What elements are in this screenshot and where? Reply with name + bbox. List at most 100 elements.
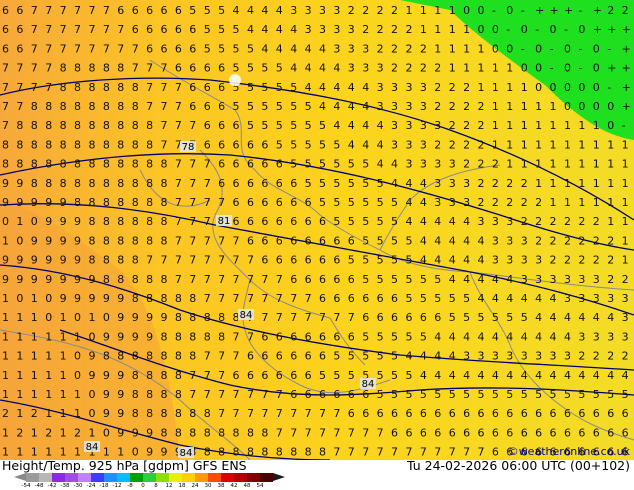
grid-digit: 6 bbox=[406, 311, 413, 324]
grid-digit: 4 bbox=[578, 369, 585, 382]
grid-digit: 5 bbox=[391, 369, 398, 382]
grid-digit: 4 bbox=[607, 369, 614, 382]
grid-digit: 2 bbox=[564, 254, 571, 267]
grid-digit: 6 bbox=[261, 234, 268, 247]
grid-digit: 1 bbox=[535, 138, 542, 151]
grid-digit: 6 bbox=[391, 426, 398, 439]
grid-digit: 8 bbox=[89, 119, 96, 132]
grid-digit: 9 bbox=[60, 234, 67, 247]
grid-digit: 6 bbox=[218, 100, 225, 113]
grid-digit: 6 bbox=[478, 407, 485, 420]
grid-digit: 2 bbox=[593, 254, 600, 267]
grid-digit: 1 bbox=[550, 196, 557, 209]
grid-digit: 4 bbox=[506, 292, 513, 305]
grid-digit: 4 bbox=[434, 234, 441, 247]
grid-digit: 0 bbox=[521, 23, 528, 36]
grid-digit: 5 bbox=[506, 388, 513, 401]
grid-digit: 8 bbox=[74, 138, 81, 151]
grid-digit: 4 bbox=[506, 330, 513, 343]
grid-digit: 5 bbox=[362, 330, 369, 343]
grid-digit: 1 bbox=[492, 119, 499, 132]
grid-digit: 7 bbox=[204, 177, 211, 190]
grid-digit: 7 bbox=[204, 292, 211, 305]
grid-digit: 0 bbox=[550, 81, 557, 94]
grid-digit: 7 bbox=[175, 215, 182, 228]
grid-digit: 0 bbox=[550, 23, 557, 36]
grid-digit: 3 bbox=[377, 81, 384, 94]
grid-digit: 8 bbox=[117, 158, 124, 171]
grid-digit: 1 bbox=[45, 369, 52, 382]
grid-digit: 7 bbox=[247, 254, 254, 267]
grid-digit: 4 bbox=[550, 369, 557, 382]
grid-digit: 8 bbox=[89, 196, 96, 209]
grid-digit: 8 bbox=[189, 407, 196, 420]
grid-digit: 5 bbox=[420, 273, 427, 286]
grid-digit: 8 bbox=[146, 215, 153, 228]
grid-digit: 8 bbox=[45, 158, 52, 171]
grid-digit: 1 bbox=[31, 330, 38, 343]
grid-digit: 4 bbox=[463, 330, 470, 343]
grid-digit: 6 bbox=[305, 215, 312, 228]
grid-digit: 6 bbox=[319, 273, 326, 286]
grid-digit: 7 bbox=[463, 446, 470, 459]
grid-digit: - bbox=[550, 42, 554, 55]
grid-digit: 2 bbox=[478, 119, 485, 132]
grid-digit: 8 bbox=[132, 234, 139, 247]
grid-digit: 4 bbox=[406, 196, 413, 209]
grid-digit: 5 bbox=[377, 350, 384, 363]
grid-digit: 8 bbox=[247, 426, 254, 439]
grid-digit: 0 bbox=[89, 407, 96, 420]
grid-digit: 7 bbox=[161, 62, 168, 75]
grid-digit: 6 bbox=[377, 292, 384, 305]
colorbar-tick-label: 18 bbox=[178, 483, 186, 489]
grid-digit: 7 bbox=[204, 254, 211, 267]
grid-digit: 4 bbox=[463, 254, 470, 267]
grid-digit: 3 bbox=[593, 273, 600, 286]
grid-digit: 8 bbox=[89, 81, 96, 94]
grid-digit: 8 bbox=[31, 100, 38, 113]
grid-digit: 4 bbox=[247, 4, 254, 17]
grid-digit: 4 bbox=[348, 81, 355, 94]
grid-digit: 6 bbox=[161, 42, 168, 55]
grid-digit: 3 bbox=[406, 100, 413, 113]
grid-digit: 5 bbox=[348, 177, 355, 190]
grid-digit: 0 bbox=[564, 81, 571, 94]
grid-digit: 6 bbox=[578, 407, 585, 420]
grid-digit: 4 bbox=[506, 369, 513, 382]
grid-digit: 8 bbox=[74, 196, 81, 209]
grid-digit: 8 bbox=[103, 177, 110, 190]
colorbar-right-arrow bbox=[273, 473, 285, 481]
grid-digit: 4 bbox=[261, 23, 268, 36]
grid-digit: 5 bbox=[434, 388, 441, 401]
colorbar-swatch bbox=[91, 473, 104, 482]
grid-digit: 6 bbox=[305, 330, 312, 343]
grid-digit: 7 bbox=[434, 446, 441, 459]
grid-digit: 1 bbox=[622, 138, 629, 151]
grid-digit: 7 bbox=[31, 62, 38, 75]
grid-digit: 1 bbox=[578, 158, 585, 171]
grid-digit: 3 bbox=[492, 215, 499, 228]
grid-digit: 7 bbox=[189, 177, 196, 190]
grid-digit: 7 bbox=[218, 292, 225, 305]
grid-digit: 8 bbox=[117, 234, 124, 247]
grid-digit: 4 bbox=[478, 254, 485, 267]
grid-digit: 6 bbox=[261, 138, 268, 151]
grid-digit: 9 bbox=[117, 388, 124, 401]
grid-digit: 3 bbox=[607, 292, 614, 305]
grid-digit: 5 bbox=[362, 234, 369, 247]
grid-digit: 4 bbox=[492, 273, 499, 286]
grid-digit: 2 bbox=[492, 196, 499, 209]
grid-digit: 1 bbox=[564, 138, 571, 151]
grid-digit: 6 bbox=[233, 119, 240, 132]
grid-digit: 2 bbox=[45, 426, 52, 439]
grid-digit: 7 bbox=[406, 446, 413, 459]
grid-digit: 8 bbox=[89, 138, 96, 151]
grid-digit: 1 bbox=[578, 138, 585, 151]
grid-digit: 4 bbox=[478, 292, 485, 305]
colorbar-tick-label: 30 bbox=[204, 483, 212, 489]
grid-digit: 7 bbox=[175, 254, 182, 267]
grid-digit: 5 bbox=[377, 273, 384, 286]
grid-digit: 1 bbox=[578, 177, 585, 190]
grid-digit: 5 bbox=[247, 100, 254, 113]
grid-digit: 1 bbox=[578, 196, 585, 209]
